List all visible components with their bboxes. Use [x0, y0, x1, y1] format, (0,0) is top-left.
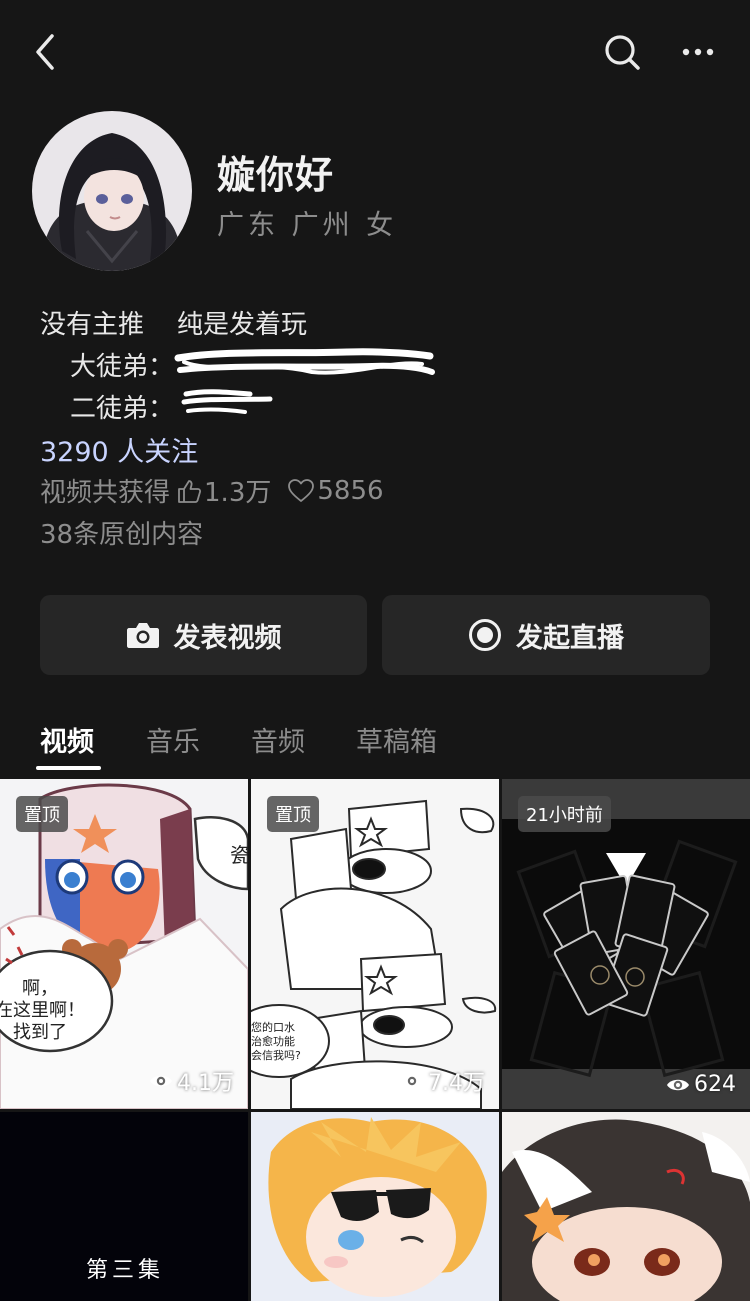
- location-gender: 广东 广州 女: [217, 210, 398, 241]
- camera-icon: [126, 623, 159, 648]
- original-content-count: 38条原创内容: [40, 520, 204, 550]
- eye-icon: [667, 1079, 689, 1090]
- tab-videos[interactable]: 视频: [40, 720, 94, 759]
- video-thumbnail[interactable]: [251, 1112, 499, 1301]
- bio-apprentice-2-label: 二徒弟：: [70, 394, 175, 424]
- bio-line: 没有主推 纯是发着玩: [40, 310, 308, 340]
- chevron-left-icon: [36, 34, 54, 70]
- back-button[interactable]: [28, 30, 68, 74]
- view-count-value: 7.4万: [428, 1071, 485, 1096]
- video-thumbnail[interactable]: 瓷 啊，在这里啊！找到了 置顶 4.1万: [0, 779, 248, 1109]
- start-live-label: 发起直播: [516, 622, 624, 654]
- pinned-badge: 置顶: [16, 796, 68, 832]
- redaction-scribble: [174, 348, 435, 375]
- eye-icon: [150, 1075, 172, 1087]
- view-count: 4.1万: [149, 1065, 234, 1097]
- live-record-icon: [469, 619, 501, 651]
- pinned-badge: 置顶: [267, 796, 319, 832]
- more-dots-icon: [682, 48, 714, 56]
- favorites-count: 5856: [317, 475, 384, 506]
- avatar-illustration: [32, 111, 192, 271]
- video-thumbnail[interactable]: 您的口水治愈功能会信我吗? 置顶 7.4万: [251, 779, 499, 1109]
- view-count: 7.4万: [400, 1065, 485, 1097]
- episode-title: 第三集: [85, 1258, 164, 1283]
- view-count-value: 4.1万: [177, 1071, 234, 1096]
- post-video-button[interactable]: 发表视频: [40, 595, 367, 675]
- top-bar: [0, 0, 750, 104]
- thumbs-up-icon: [178, 479, 202, 503]
- search-button[interactable]: [600, 30, 644, 74]
- thumbnail-illustration: [251, 1112, 499, 1301]
- tab-drafts[interactable]: 草稿箱: [356, 720, 437, 759]
- view-count-value: 624: [694, 1072, 736, 1097]
- eye-icon: [401, 1075, 423, 1087]
- tab-music[interactable]: 音乐: [146, 720, 200, 759]
- heart-icon: [288, 478, 315, 502]
- thumbnail-illustration: [502, 1112, 750, 1301]
- video-thumbnail[interactable]: [502, 1112, 750, 1301]
- video-thumbnail[interactable]: 第三集: [0, 1112, 248, 1301]
- nickname: 嫙你好: [217, 153, 335, 197]
- time-badge: 21小时前: [518, 796, 611, 832]
- followers-count[interactable]: 3290 人关注: [40, 430, 198, 469]
- post-video-label: 发表视频: [173, 622, 282, 654]
- video-stats: 视频共获得 1.3万 5856: [40, 472, 384, 509]
- start-live-button[interactable]: 发起直播: [382, 595, 710, 675]
- video-thumbnail[interactable]: 21小时前 624: [502, 779, 750, 1109]
- tab-audio[interactable]: 音频: [251, 720, 305, 759]
- active-tab-indicator: [36, 766, 101, 770]
- comic-bubble-text: 您的口水治愈功能会信我吗?: [251, 1020, 301, 1062]
- view-count: 624: [666, 1072, 736, 1097]
- search-icon: [605, 35, 640, 70]
- comic-bubble-text: 瓷: [230, 843, 248, 867]
- bio-apprentice-1-label: 大徒弟：: [70, 352, 175, 382]
- stats-prefix: 视频共获得: [40, 478, 171, 508]
- avatar[interactable]: [32, 111, 192, 271]
- redaction-scribble: [181, 389, 273, 414]
- likes-count: 1.3万: [204, 478, 272, 508]
- more-button[interactable]: [676, 30, 720, 74]
